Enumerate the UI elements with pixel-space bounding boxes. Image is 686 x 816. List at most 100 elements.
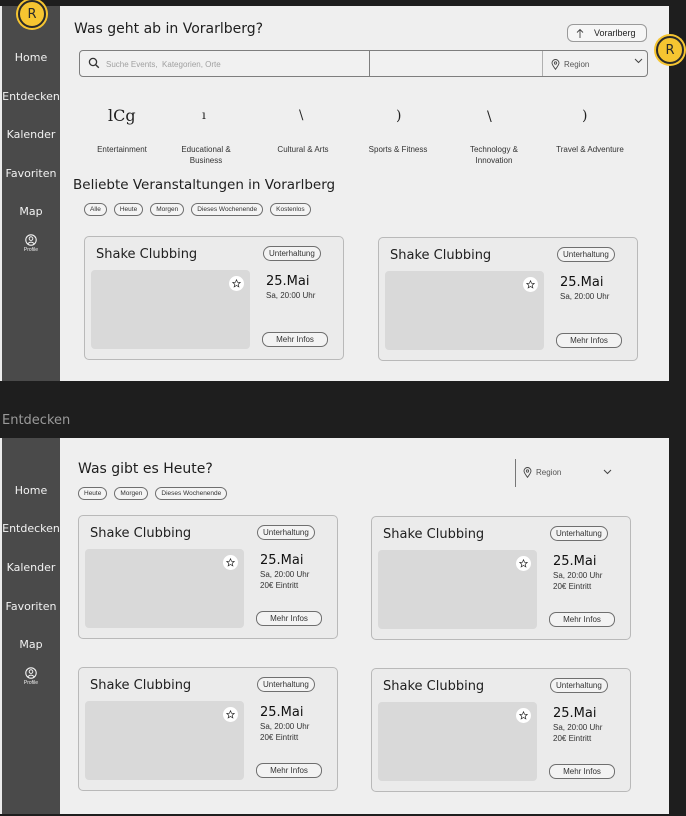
nav-kalender[interactable]: Kalender — [2, 128, 60, 141]
star-icon — [526, 280, 535, 289]
filter-chip-alle[interactable]: Alle — [84, 203, 107, 216]
event-time: Sa, 20:00 Uhr — [560, 292, 610, 301]
region-select[interactable]: Region — [515, 459, 615, 487]
region-select[interactable]: Region — [551, 56, 643, 73]
event-image — [91, 270, 250, 349]
profile-icon — [25, 234, 37, 246]
profile-label: Profile — [23, 680, 39, 686]
search-input[interactable] — [106, 55, 356, 73]
category-educational-business[interactable]: Educational & Business — [166, 144, 246, 166]
category-label-line2: Innovation — [475, 156, 513, 165]
filter-chip-heute[interactable]: Heute — [78, 487, 108, 500]
category-label: Educational & — [181, 145, 231, 154]
favorite-button[interactable] — [223, 707, 238, 722]
nav-favoriten[interactable]: Favoriten — [2, 167, 60, 180]
category-sports-fitness[interactable]: Sports & Fitness — [355, 144, 441, 155]
category-cultural-arts[interactable]: Cultural & Arts — [263, 144, 343, 155]
more-info-button[interactable]: Mehr Infos — [556, 333, 622, 348]
nav-home[interactable]: Home — [2, 484, 60, 497]
nav-kalender[interactable]: Kalender — [2, 561, 60, 574]
star-icon — [226, 710, 235, 719]
more-info-button[interactable]: Mehr Infos — [256, 763, 322, 778]
favorite-button[interactable] — [229, 276, 244, 291]
filter-chip-heute[interactable]: Heute — [113, 203, 144, 216]
profile-icon — [25, 667, 37, 679]
event-time: Sa, 20:00 Uhr — [260, 570, 310, 579]
user-avatar-comment[interactable]: R — [656, 36, 684, 64]
event-time: Sa, 20:00 Uhr — [553, 571, 603, 580]
event-date: 25.Mai — [260, 705, 304, 720]
category-label: Cultural & Arts — [277, 145, 329, 154]
favorite-button[interactable] — [223, 555, 238, 570]
event-title: Shake Clubbing — [390, 248, 492, 263]
pin-arrow-icon — [576, 28, 584, 38]
category-entertainment[interactable]: Entertainment — [83, 144, 161, 155]
star-icon — [519, 559, 528, 568]
more-info-button[interactable]: Mehr Infos — [549, 612, 615, 627]
event-price: 20€ Eintritt — [260, 581, 299, 590]
sidebar-nav: Home Entdecken Kalender Favoriten Map Pr… — [2, 438, 60, 814]
page-title: Was gibt es Heute? — [78, 461, 213, 477]
event-card[interactable]: Shake Clubbing Unterhaltung 25.Mai Sa, 2… — [371, 516, 631, 640]
category-label-line2: Business — [189, 156, 223, 165]
event-title: Shake Clubbing — [90, 526, 192, 541]
favorite-button[interactable] — [516, 708, 531, 723]
event-time: Sa, 20:00 Uhr — [260, 722, 310, 731]
favorite-button[interactable] — [523, 277, 538, 292]
sidebar-nav: Home Entdecken Kalender Favoriten Map Pr… — [2, 6, 60, 381]
category-technology-innovation[interactable]: Technology & Innovation — [454, 144, 534, 166]
event-title: Shake Clubbing — [383, 527, 485, 542]
region-divider — [515, 459, 516, 487]
event-image — [85, 701, 244, 780]
chevron-down-icon — [603, 469, 612, 475]
category-glyph-cultural: \ — [299, 108, 304, 123]
nav-profile[interactable]: Profile — [2, 667, 60, 686]
event-card[interactable]: Shake Clubbing Unterhaltung 25.Mai Sa, 2… — [84, 236, 344, 360]
nav-entdecken[interactable]: Entdecken — [2, 522, 60, 535]
frame-label-entdecken: Entdecken — [2, 413, 71, 428]
user-avatar[interactable]: R — [18, 0, 46, 28]
more-info-button[interactable]: Mehr Infos — [256, 611, 322, 626]
nav-favoriten[interactable]: Favoriten — [2, 600, 60, 613]
category-label: Travel & Adventure — [556, 145, 624, 154]
nav-map[interactable]: Map — [2, 205, 60, 218]
filter-chips: Alle Heute Morgen Dieses Wochenende Kost… — [84, 203, 311, 216]
event-card[interactable]: Shake Clubbing Unterhaltung 25.Mai Sa, 2… — [378, 237, 638, 361]
nav-profile[interactable]: Profile — [2, 234, 60, 253]
event-card[interactable]: Shake Clubbing Unterhaltung 25.Mai Sa, 2… — [371, 668, 631, 792]
location-pin-icon — [551, 59, 560, 70]
nav-map[interactable]: Map — [2, 638, 60, 651]
more-info-button[interactable]: Mehr Infos — [549, 764, 615, 779]
event-card[interactable]: Shake Clubbing Unterhaltung 25.Mai Sa, 2… — [78, 515, 338, 639]
filter-chip-morgen[interactable]: Morgen — [150, 203, 185, 216]
main-content: Was gibt es Heute? Region Heute Morgen D… — [60, 438, 669, 814]
region-button-label: Vorarlberg — [594, 28, 636, 38]
event-date: 25.Mai — [553, 706, 597, 721]
favorite-button[interactable] — [516, 556, 531, 571]
chevron-down-icon — [634, 58, 643, 64]
section-title: Beliebte Veranstaltungen in Vorarlberg — [73, 177, 336, 193]
filter-chip-kostenlos[interactable]: Kostenlos — [270, 203, 311, 216]
category-label: Technology & — [469, 145, 519, 154]
event-title: Shake Clubbing — [383, 679, 485, 694]
nav-entdecken[interactable]: Entdecken — [2, 90, 60, 103]
event-image — [378, 702, 537, 781]
category-glyph-entertainment: lCg — [108, 106, 136, 125]
event-card[interactable]: Shake Clubbing Unterhaltung 25.Mai Sa, 2… — [78, 667, 338, 791]
region-button[interactable]: Vorarlberg — [567, 24, 647, 42]
event-price: 20€ Eintritt — [553, 734, 592, 743]
event-title: Shake Clubbing — [90, 678, 192, 693]
event-price: 20€ Eintritt — [260, 733, 299, 742]
category-travel-adventure[interactable]: Travel & Adventure — [545, 144, 635, 155]
more-info-button[interactable]: Mehr Infos — [262, 332, 328, 347]
event-category-tag: Unterhaltung — [557, 247, 615, 262]
filter-chip-wochenende[interactable]: Dieses Wochenende — [155, 487, 228, 500]
search-divider — [369, 51, 370, 76]
event-image — [385, 271, 544, 350]
event-category-tag: Unterhaltung — [263, 246, 321, 261]
filter-chip-morgen[interactable]: Morgen — [114, 487, 149, 500]
event-image — [85, 549, 244, 628]
filter-chip-wochenende[interactable]: Dieses Wochenende — [191, 203, 264, 216]
nav-home[interactable]: Home — [2, 51, 60, 64]
event-date: 25.Mai — [560, 275, 604, 290]
